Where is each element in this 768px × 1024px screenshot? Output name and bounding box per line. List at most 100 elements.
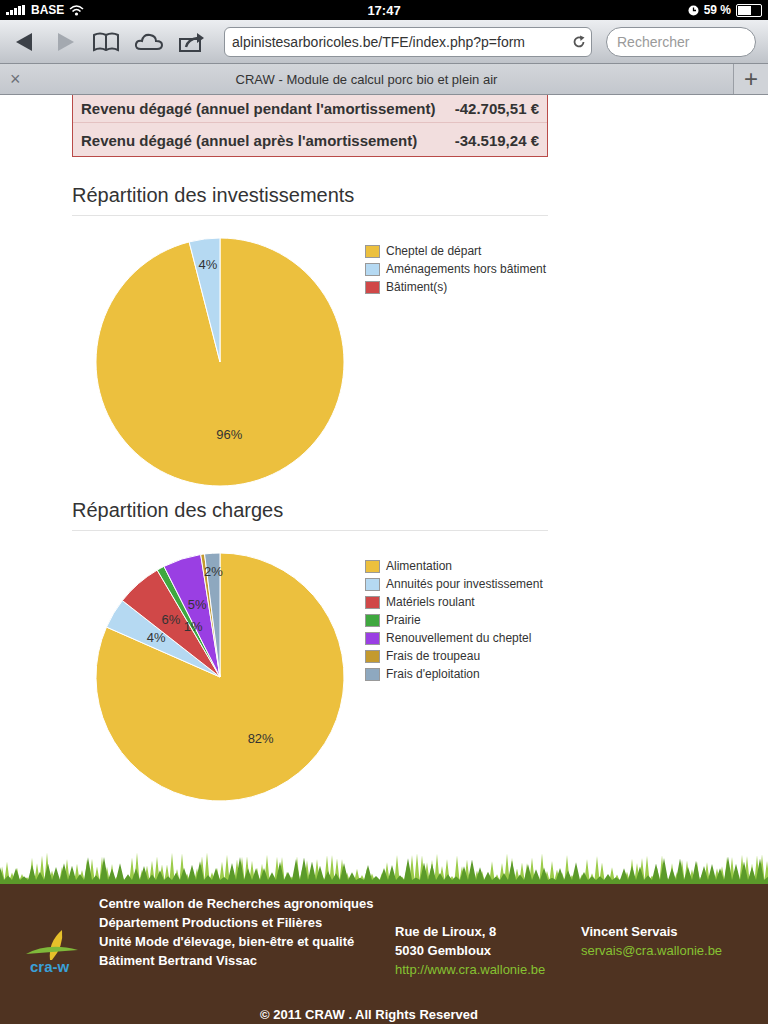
slice-label: 82% bbox=[248, 731, 274, 746]
org-line: Centre wallon de Recherches agronomiques… bbox=[99, 894, 381, 932]
legend-label: Annuités pour investissement bbox=[386, 577, 543, 592]
result-label: Revenu dégagé (annuel pendant l'amortiss… bbox=[81, 99, 439, 118]
legend-label: Matériels roulant bbox=[386, 595, 475, 610]
address-line: 5030 Gembloux bbox=[395, 941, 571, 960]
pie-chart: 82% 4% 6%1% 5% 2% bbox=[72, 537, 362, 801]
slice-label: 1% bbox=[184, 619, 203, 634]
pie-slice[interactable] bbox=[189, 238, 220, 362]
chart-legend: Alimentation Annuités pour investissement… bbox=[365, 559, 543, 801]
chart-title: Répartition des charges bbox=[72, 498, 548, 531]
legend-label: Cheptel de départ bbox=[386, 244, 481, 259]
legend-swatch bbox=[365, 245, 380, 258]
search-placeholder: Rechercher bbox=[617, 34, 689, 50]
tab[interactable]: ×CRAW - Module de calcul porc bio et ple… bbox=[0, 64, 733, 94]
slice-label: 2% bbox=[204, 564, 223, 579]
search-field[interactable]: Rechercher bbox=[606, 27, 756, 57]
alarm-icon bbox=[688, 5, 699, 16]
legend-item[interactable]: Prairie bbox=[365, 613, 543, 628]
legend-label: Bâtiment(s) bbox=[386, 280, 447, 295]
forward-icon[interactable] bbox=[52, 31, 78, 53]
legend-swatch bbox=[365, 650, 380, 663]
battery-icon bbox=[736, 4, 762, 17]
address-line: Rue de Liroux, 8 bbox=[395, 922, 571, 941]
footer-soil: cra-w Centre wallon de Recherches agronom… bbox=[0, 884, 768, 1024]
organisation: Centre wallon de Recherches agronomiques… bbox=[99, 894, 381, 970]
grass-decoration bbox=[0, 838, 768, 884]
legend-item[interactable]: Frais de troupeau bbox=[365, 649, 543, 664]
wifi-icon bbox=[69, 5, 84, 16]
slice-label: 5% bbox=[188, 597, 207, 612]
legend-item[interactable]: Bâtiment(s) bbox=[365, 280, 546, 295]
craw-logo[interactable]: cra-w bbox=[22, 928, 96, 975]
slice-label: 96% bbox=[216, 427, 242, 442]
legend-label: Renouvellement du cheptel bbox=[386, 631, 531, 646]
bookmarks-icon[interactable] bbox=[92, 31, 120, 53]
results-table: Revenu dégagé (annuel pendant l'amortiss… bbox=[72, 95, 548, 157]
website-link[interactable]: http://www.cra.wallonie.be bbox=[395, 960, 571, 979]
legend-swatch bbox=[365, 632, 380, 645]
legend-item[interactable]: Alimentation bbox=[365, 559, 543, 574]
result-row: Revenu dégagé (annuel pendant l'amortiss… bbox=[73, 95, 547, 122]
reload-icon[interactable] bbox=[572, 35, 586, 49]
browser-toolbar: alpinistesarboricoles.be/TFE/index.php?p… bbox=[0, 20, 768, 64]
legend-item[interactable]: Cheptel de départ bbox=[365, 244, 546, 259]
legend-label: Prairie bbox=[386, 613, 421, 628]
pie-chart: 96% 4% bbox=[72, 222, 362, 486]
chart-legend: Cheptel de départ Aménagements hors bâtim… bbox=[365, 244, 546, 486]
footer: cra-w Centre wallon de Recherches agronom… bbox=[0, 838, 768, 1024]
legend-swatch bbox=[365, 560, 380, 573]
status-bar: BASE17:4759 % bbox=[0, 0, 768, 20]
leaf-logo-icon bbox=[22, 928, 82, 962]
result-value: -42.705,51 € bbox=[451, 99, 539, 118]
slice-label: 6% bbox=[162, 612, 181, 627]
slice-label: 4% bbox=[198, 257, 217, 272]
screen: BASE17:4759 % alpinistesarboricoles.be/TF… bbox=[0, 0, 768, 1024]
legend-swatch bbox=[365, 596, 380, 609]
page: Revenu dégagé (annuel pendant l'amortiss… bbox=[0, 95, 768, 1024]
url-field[interactable]: alpinistesarboricoles.be/TFE/index.php?p… bbox=[224, 27, 592, 57]
contact-email[interactable]: servais@cra.wallonie.be bbox=[581, 941, 722, 960]
legend-item[interactable]: Frais d'eploitation bbox=[365, 667, 543, 682]
back-icon[interactable] bbox=[12, 31, 38, 53]
legend-swatch bbox=[365, 668, 380, 681]
battery-percent: 59 % bbox=[704, 3, 731, 17]
contact: Vincent Servaisservais@cra.wallonie.be bbox=[581, 922, 722, 960]
legend-item[interactable]: Renouvellement du cheptel bbox=[365, 631, 543, 646]
contact-name: Vincent Servais bbox=[581, 922, 722, 941]
legend-swatch bbox=[365, 263, 380, 276]
chart-body: 82% 4% 6%1% 5% 2% Alimentation Annuités pour i… bbox=[72, 537, 548, 801]
legend-label: Aménagements hors bâtiment bbox=[386, 262, 546, 277]
copyright: © 2011 CRAW . All Rights Reserved bbox=[0, 1007, 768, 1022]
signal-icon bbox=[6, 5, 26, 15]
address: Rue de Liroux, 85030 Gemblouxhttp://www.… bbox=[395, 922, 571, 979]
legend-swatch bbox=[365, 578, 380, 591]
carrier: BASE bbox=[31, 3, 64, 17]
legend-item[interactable]: Annuités pour investissement bbox=[365, 577, 543, 592]
result-value: -34.519,24 € bbox=[451, 131, 539, 150]
cloud-icon[interactable] bbox=[134, 31, 164, 53]
tab-bar: ×CRAW - Module de calcul porc bio et ple… bbox=[0, 64, 768, 95]
legend-item[interactable]: Matériels roulant bbox=[365, 595, 543, 610]
pie-slice[interactable] bbox=[96, 238, 344, 486]
content: Revenu dégagé (annuel pendant l'amortiss… bbox=[72, 95, 548, 801]
share-icon[interactable] bbox=[178, 31, 206, 53]
chart-section: Répartition des investissements 96% 4% Chep… bbox=[72, 183, 548, 486]
url-text: alpinistesarboricoles.be/TFE/index.php?p… bbox=[232, 34, 568, 50]
new-tab-button[interactable]: + bbox=[733, 64, 768, 94]
legend-swatch bbox=[365, 281, 380, 294]
slice-label: 4% bbox=[147, 630, 166, 645]
chart-body: 96% 4% Cheptel de départ Aménagements hors … bbox=[72, 222, 548, 486]
legend-swatch bbox=[365, 614, 380, 627]
chart-title: Répartition des investissements bbox=[72, 183, 548, 216]
legend-label: Frais de troupeau bbox=[386, 649, 480, 664]
tab-close-button[interactable]: × bbox=[10, 69, 30, 90]
result-label: Revenu dégagé (annuel après l'amortissem… bbox=[81, 131, 439, 150]
org-line: Unité Mode d'élevage, bien-être et quali… bbox=[99, 932, 381, 951]
chart-section: Répartition des charges 82% 4% 6%1% 5% 2% Alim… bbox=[72, 498, 548, 801]
logo-text: cra-w bbox=[30, 958, 69, 975]
legend-label: Frais d'eploitation bbox=[386, 667, 480, 682]
tab-title: CRAW - Module de calcul porc bio et plei… bbox=[30, 72, 723, 87]
legend-item[interactable]: Aménagements hors bâtiment bbox=[365, 262, 546, 277]
org-line: Bâtiment Bertrand Vissac bbox=[99, 951, 381, 970]
pie-slice[interactable] bbox=[96, 553, 344, 801]
